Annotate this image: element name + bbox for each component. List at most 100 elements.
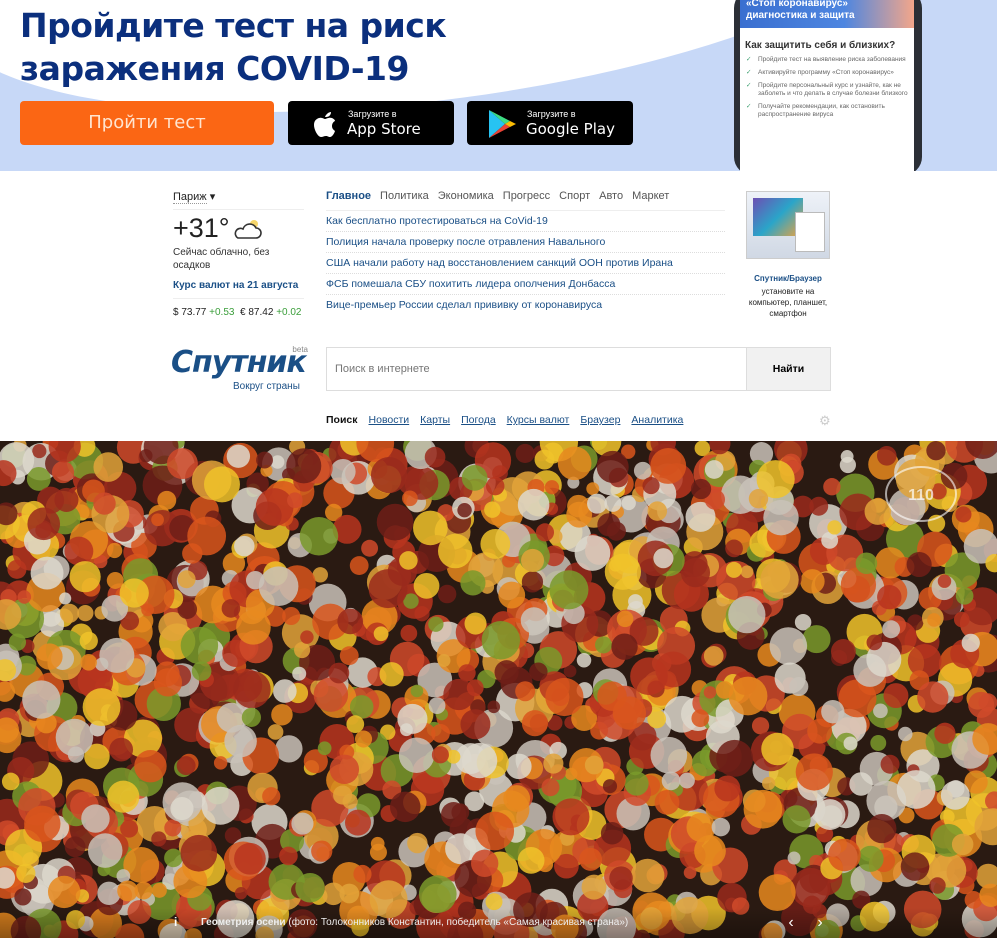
tree-crown [234,535,255,557]
tree-crown [279,846,298,866]
tree-crown [529,662,548,681]
tree-crown [470,849,499,878]
tree-crown [151,882,167,898]
news-item[interactable]: Полиция начала проверку после отравления… [326,232,725,253]
tree-crown [233,670,271,709]
app-store-button[interactable]: Загрузите в App Store [288,101,454,145]
google-play-button[interactable]: Загрузите в Google Play [467,101,633,145]
tree-crown [282,606,301,626]
tree-crown [461,742,498,779]
tree-crown [487,700,501,714]
tree-crown [654,789,680,815]
prev-photo-button[interactable]: ‹ [780,912,802,934]
nav-browser[interactable]: Браузер [580,414,620,426]
news-item[interactable]: США начали работу над восстановлением са… [326,253,725,274]
nav-currency[interactable]: Курсы валют [507,414,570,426]
tree-crown [515,681,536,702]
currency-link[interactable]: Курс валют на 21 августа [173,280,304,299]
tree-crown [379,662,404,687]
search-input[interactable] [327,348,746,390]
phone-header: «Стоп коронавирус» диагностика и защита [740,0,914,28]
city-selector[interactable]: Париж ▾ [173,190,304,210]
next-photo-button[interactable]: › [809,912,831,934]
nav-weather[interactable]: Погода [461,414,496,426]
tree-crown [14,888,32,906]
tree-crown [273,679,297,703]
tree-crown [36,643,63,670]
tree-crown [107,780,140,813]
search-nav: Поиск Новости Карты Погода Курсы валют Б… [326,414,683,426]
tree-crown [69,561,101,593]
nav-analytics[interactable]: Аналитика [631,414,683,426]
tree-crown [170,796,194,821]
tree-crown [609,866,633,890]
tree-crown [494,660,519,685]
weather-widget: Париж ▾ +31° Сейчас облачно, без осадков… [173,190,304,318]
banner-title: Пройдите тест на риск заражения COVID-19 [20,6,447,88]
tree-crown [369,843,387,861]
tab-sport[interactable]: Спорт [559,190,590,210]
tree-crown [180,834,218,872]
news-item[interactable]: Вице-премьер России сделал прививку от к… [326,295,725,316]
phone-item: Получайте рекомендации, как остановить р… [746,103,909,119]
news-item[interactable]: Как бесплатно протестироваться на CoVid-… [326,211,725,232]
sputnik-logo[interactable]: Спутник beta Вокруг страны [171,345,311,392]
tree-crown [814,799,846,830]
tab-auto[interactable]: Авто [599,190,623,210]
phone-heading: Как защитить себя и близких? [745,40,896,51]
take-test-button[interactable]: Пройти тест [20,101,274,145]
tree-crown [576,652,592,668]
tree-crown [287,492,303,509]
tree-crown [344,809,371,836]
tree-crown [740,565,754,579]
tree-crown [661,771,681,791]
tree-crown [937,574,952,588]
tree-crown [330,458,356,485]
tree-crown [17,590,32,604]
tree-crown [535,523,555,542]
nav-news[interactable]: Новости [369,414,410,426]
tree-crown [594,636,613,654]
watermark-logo: 110 [885,466,957,522]
tree-crown [59,603,80,623]
tree-crown [154,661,180,687]
tree-crown [256,451,273,469]
tab-main[interactable]: Главное [326,190,371,210]
gear-icon[interactable]: ⚙ [819,413,831,429]
tree-crown [30,556,64,590]
tree-crown [461,465,488,491]
tab-market[interactable]: Маркет [632,190,669,210]
tree-crown [413,510,448,546]
tab-politics[interactable]: Политика [380,190,429,210]
tree-crown [873,703,888,719]
tree-crown [795,753,833,791]
news-item[interactable]: ФСБ помешала СБУ похитить лидера ополчен… [326,274,725,295]
tree-crown [544,480,560,495]
covid-banner[interactable]: Пройдите тест на риск заражения COVID-19 … [0,0,997,171]
tree-crown [827,520,842,535]
tree-crown [407,832,428,854]
tree-crown [329,754,360,785]
tree-crown [694,834,726,867]
tree-crown [898,726,913,742]
store-big: Google Play [526,120,615,138]
tree-crown [926,441,946,461]
tree-crown [300,630,314,644]
caption-title: Геометрия осени [201,917,286,928]
tab-progress[interactable]: Прогресс [503,190,550,210]
promo-title[interactable]: Спутник/Браузер [745,274,831,283]
logo-beta: beta [292,345,308,354]
nav-search[interactable]: Поиск [326,414,358,426]
browser-promo[interactable]: Спутник/Браузер установите на компьютер,… [745,191,831,319]
info-icon[interactable]: i [174,915,177,929]
nav-maps[interactable]: Карты [420,414,450,426]
search-button[interactable]: Найти [746,348,830,390]
tab-economy[interactable]: Экономика [438,190,494,210]
tree-crown [743,789,783,829]
store-small: Загрузите в [348,109,397,119]
tree-crown [177,570,196,589]
tree-crown [399,551,418,570]
tree-crown [8,633,27,651]
tree-crown [117,880,139,902]
tree-crown [557,446,592,481]
